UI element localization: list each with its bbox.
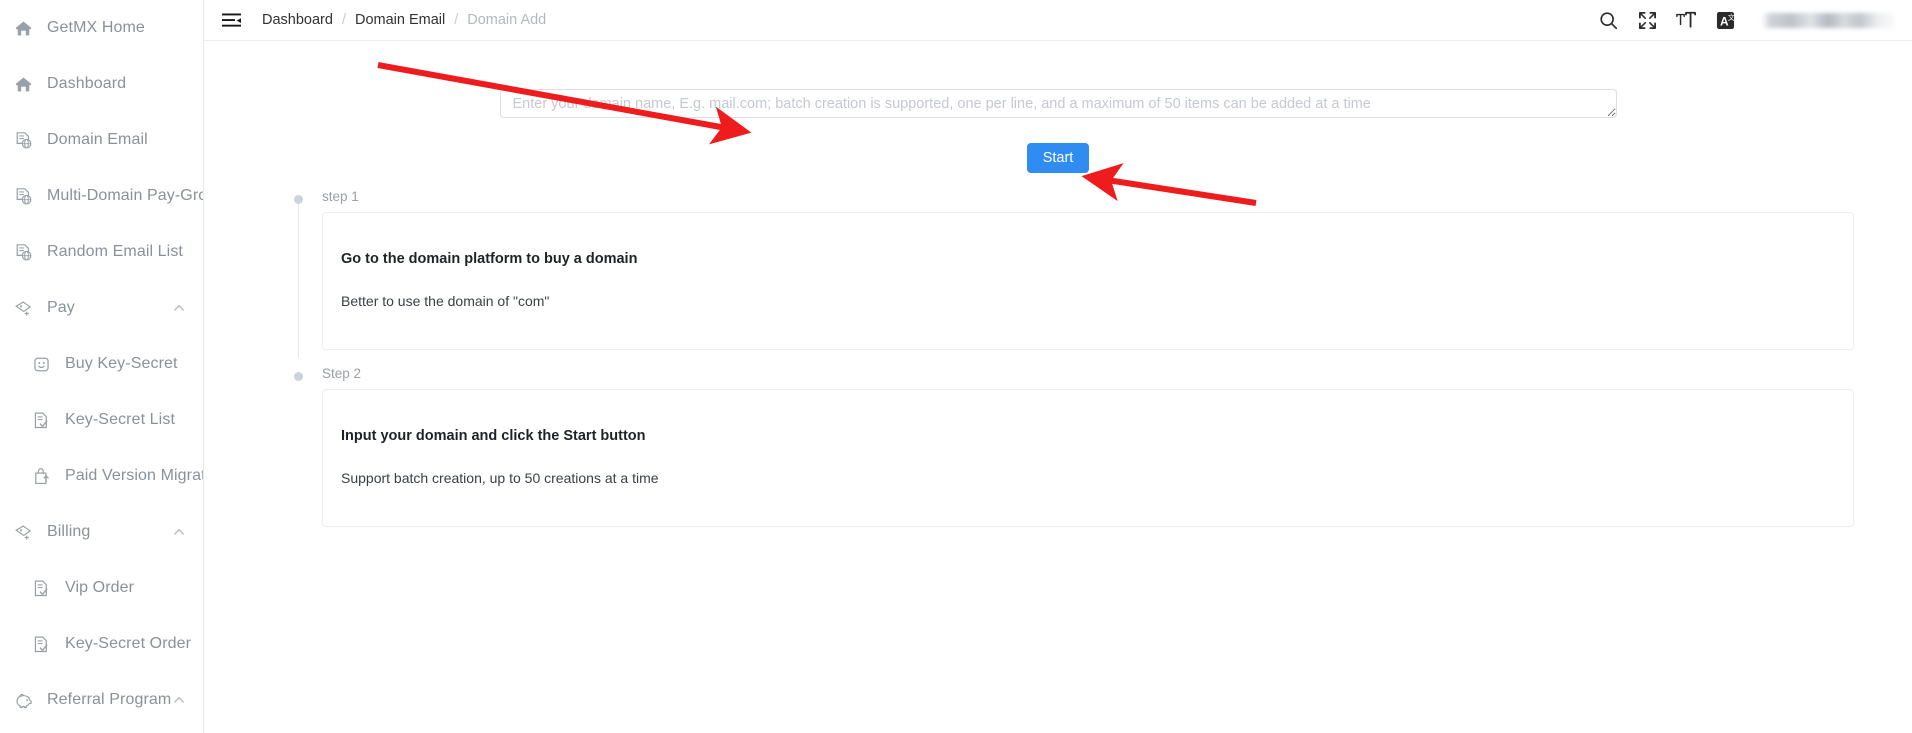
sidebar-item-label: Domain Email (47, 131, 148, 148)
piggy-bank-icon (13, 690, 33, 710)
domain-input-row (204, 89, 1912, 118)
top-header-bar: Dashboard / Domain Email / Domain Add A … (204, 0, 1912, 41)
chevron-up-icon[interactable] (171, 524, 187, 540)
page-content: Start step 1 Go to the domain platform to… (204, 41, 1912, 733)
tag-plus-icon (13, 298, 33, 318)
main-area: Dashboard / Domain Email / Domain Add A … (204, 0, 1912, 733)
document-check-icon (31, 634, 51, 654)
sidebar-item-label: Key-Secret List (65, 411, 175, 428)
document-check-icon (31, 578, 51, 598)
sidebar-item-label: Random Email List (47, 243, 183, 260)
step-card: Input your domain and click the Start bu… (322, 389, 1854, 527)
sidebar-item-label: Vip Order (65, 579, 135, 596)
translate-icon[interactable]: A 文 (1714, 9, 1736, 31)
sidebar-item-dashboard[interactable]: Dashboard (0, 56, 203, 112)
header-actions: A 文 (1597, 9, 1894, 31)
timeline-rail (297, 202, 299, 358)
sidebar-item-label: Buy Key-Secret (65, 355, 178, 372)
domain-input[interactable] (499, 89, 1617, 118)
breadcrumb-item-domain-add: Domain Add (467, 12, 547, 28)
breadcrumb-item-dashboard[interactable]: Dashboard (262, 12, 333, 28)
sidebar-item-key-secret-order[interactable]: Key-Secret Order (0, 616, 203, 672)
key-box-icon (31, 354, 51, 374)
step-item: step 1 Go to the domain platform to buy a… (294, 189, 1854, 358)
step-item: Step 2 Input your domain and click the St… (294, 366, 1854, 527)
timeline-dot (294, 195, 303, 204)
sidebar-item-label: GetMX Home (47, 19, 145, 36)
app-root: GetMX Home Dashboard Domain Email Multi-Dom… (0, 0, 1912, 733)
home-icon (13, 74, 33, 94)
sidebar-item-buy-key-secret[interactable]: Buy Key-Secret (0, 336, 203, 392)
sidebar-item-getmx-home[interactable]: GetMX Home (0, 0, 203, 56)
step-card-title: Input your domain and click the Start bu… (341, 428, 646, 444)
start-button[interactable]: Start (1027, 143, 1089, 173)
step-card-body: Better to use the domain of "com" (341, 293, 550, 309)
sidebar-item-label: Pay (47, 299, 75, 316)
chevron-up-icon[interactable] (171, 692, 187, 708)
sidebar-item-pay[interactable]: Pay (0, 280, 203, 336)
start-button-row: Start (204, 143, 1912, 173)
sidebar-item-label: Multi-Domain Pay-Group (47, 187, 203, 204)
search-icon[interactable] (1597, 9, 1619, 31)
timeline-dot (294, 372, 303, 381)
sidebar-item-domain-email[interactable]: Domain Email (0, 112, 203, 168)
sidebar-item-billing[interactable]: Billing (0, 504, 203, 560)
breadcrumb-separator: / (341, 12, 346, 28)
step-card-body: Support batch creation, up to 50 creatio… (341, 470, 659, 486)
step-card-title: Go to the domain platform to buy a domai… (341, 251, 638, 267)
step-marker: step 1 (322, 189, 359, 204)
font-size-icon[interactable] (1675, 9, 1697, 31)
breadcrumb-item-domain-email[interactable]: Domain Email (355, 12, 445, 28)
sidebar-item-label: Billing (47, 523, 91, 540)
sidebar-item-paid-version-migration[interactable]: Paid Version Migration (0, 448, 203, 504)
sidebar-item-referral-program[interactable]: Referral Program (0, 728, 203, 733)
collapse-menu-icon[interactable] (219, 8, 243, 32)
sidebar-item-label: Referral Program (47, 691, 172, 708)
user-account-label-blurred[interactable] (1762, 12, 1894, 28)
sidebar-item-referral-program[interactable]: Referral Program (0, 672, 203, 728)
document-globe-icon (13, 130, 33, 150)
home-icon (13, 18, 33, 38)
sidebar-item-label: Dashboard (47, 75, 127, 92)
document-globe-icon (13, 242, 33, 262)
step-card: Go to the domain platform to buy a domai… (322, 212, 1854, 350)
sidebar-item-key-secret-list[interactable]: Key-Secret List (0, 392, 203, 448)
sidebar-item-vip-order[interactable]: Vip Order (0, 560, 203, 616)
breadcrumb: Dashboard / Domain Email / Domain Add (262, 12, 546, 28)
steps-timeline: step 1 Go to the domain platform to buy a… (294, 189, 1854, 543)
fullscreen-icon[interactable] (1636, 9, 1658, 31)
sidebar-item-random-email-list[interactable]: Random Email List (0, 224, 203, 280)
step-marker: Step 2 (322, 366, 362, 381)
sidebar-item-label: Key-Secret Order (65, 635, 192, 652)
breadcrumb-separator: / (454, 12, 459, 28)
sidebar: GetMX Home Dashboard Domain Email Multi-Dom… (0, 0, 204, 733)
chevron-up-icon[interactable] (171, 300, 187, 316)
document-globe-icon (13, 186, 33, 206)
sidebar-item-multi-domain-pay-group[interactable]: Multi-Domain Pay-Group (0, 168, 203, 224)
bag-upload-icon (31, 466, 51, 486)
sidebar-item-label: Paid Version Migration (65, 467, 203, 484)
svg-text:文: 文 (1727, 12, 1734, 21)
document-check-icon (31, 410, 51, 430)
tag-plus-icon (13, 522, 33, 542)
